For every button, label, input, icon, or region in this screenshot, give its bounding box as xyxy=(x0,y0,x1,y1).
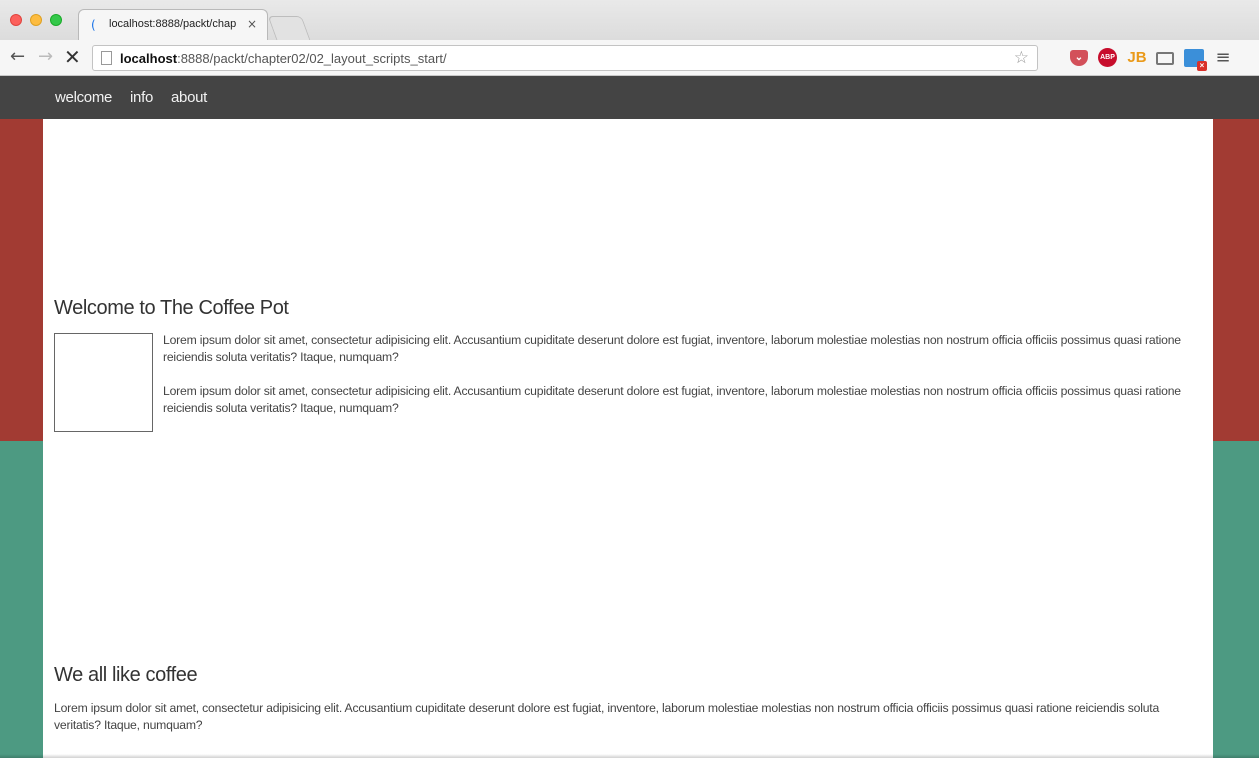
address-bar[interactable]: localhost:8888/packt/chapter02/02_layout… xyxy=(92,45,1038,71)
browser-tab-bar: ( localhost:8888/packt/chap × xyxy=(0,0,1259,41)
coffee-section: We all like coffee Lorem ipsum dolor sit… xyxy=(43,441,1213,758)
url-host: localhost xyxy=(120,51,178,66)
coffee-paragraph: Lorem ipsum dolor sit amet, consectetur … xyxy=(54,701,1160,732)
bookmark-star-icon[interactable]: ☆ xyxy=(1014,48,1029,68)
web-page: welcome info about Welcome to The Coffee… xyxy=(0,76,1259,758)
chrome-menu-icon[interactable]: ≡ xyxy=(1214,48,1232,68)
screen-capture-icon[interactable]: × xyxy=(1184,49,1207,71)
image-placeholder xyxy=(54,333,153,432)
welcome-paragraph: Lorem ipsum dolor sit amet, consectetur … xyxy=(163,384,1181,415)
tab-title: localhost:8888/packt/chap xyxy=(109,18,237,30)
welcome-heading: Welcome to The Coffee Pot xyxy=(54,297,289,319)
new-tab-button[interactable] xyxy=(267,16,311,40)
browser-toolbar: ← → ✕ localhost:8888/packt/chapter02/02_… xyxy=(0,40,1259,76)
jetbrains-icon[interactable]: JB xyxy=(1126,48,1148,68)
page-icon xyxy=(101,51,112,65)
welcome-section: Welcome to The Coffee Pot Lorem ipsum do… xyxy=(43,119,1213,441)
window-minimize-icon[interactable] xyxy=(30,14,42,26)
error-badge-icon: × xyxy=(1197,61,1207,71)
pocket-icon[interactable]: ⌄ xyxy=(1070,50,1088,66)
window-zoom-icon[interactable] xyxy=(50,14,62,26)
coffee-heading: We all like coffee xyxy=(54,664,198,686)
site-nav-bar: welcome info about xyxy=(0,76,1259,119)
page-bottom-edge xyxy=(0,754,1259,758)
window-close-icon[interactable] xyxy=(10,14,22,26)
cast-icon[interactable] xyxy=(1156,52,1174,65)
url-path: :8888/packt/chapter02/02_layout_scripts_… xyxy=(177,51,447,66)
tab-close-icon[interactable]: × xyxy=(247,17,257,31)
loading-spinner-icon: ( xyxy=(91,18,96,32)
nav-link-info[interactable]: info xyxy=(130,89,153,106)
url-text[interactable]: localhost:8888/packt/chapter02/02_layout… xyxy=(120,51,447,66)
stop-loading-icon[interactable]: ✕ xyxy=(64,46,81,68)
welcome-paragraph: Lorem ipsum dolor sit amet, consectetur … xyxy=(163,333,1181,364)
browser-tab[interactable]: ( localhost:8888/packt/chap × xyxy=(78,9,268,41)
forward-arrow-icon[interactable]: → xyxy=(38,46,53,68)
nav-link-about[interactable]: about xyxy=(171,89,207,106)
adblock-plus-icon[interactable]: ABP xyxy=(1098,48,1117,67)
back-arrow-icon[interactable]: ← xyxy=(10,46,25,68)
nav-link-welcome[interactable]: welcome xyxy=(55,89,112,106)
